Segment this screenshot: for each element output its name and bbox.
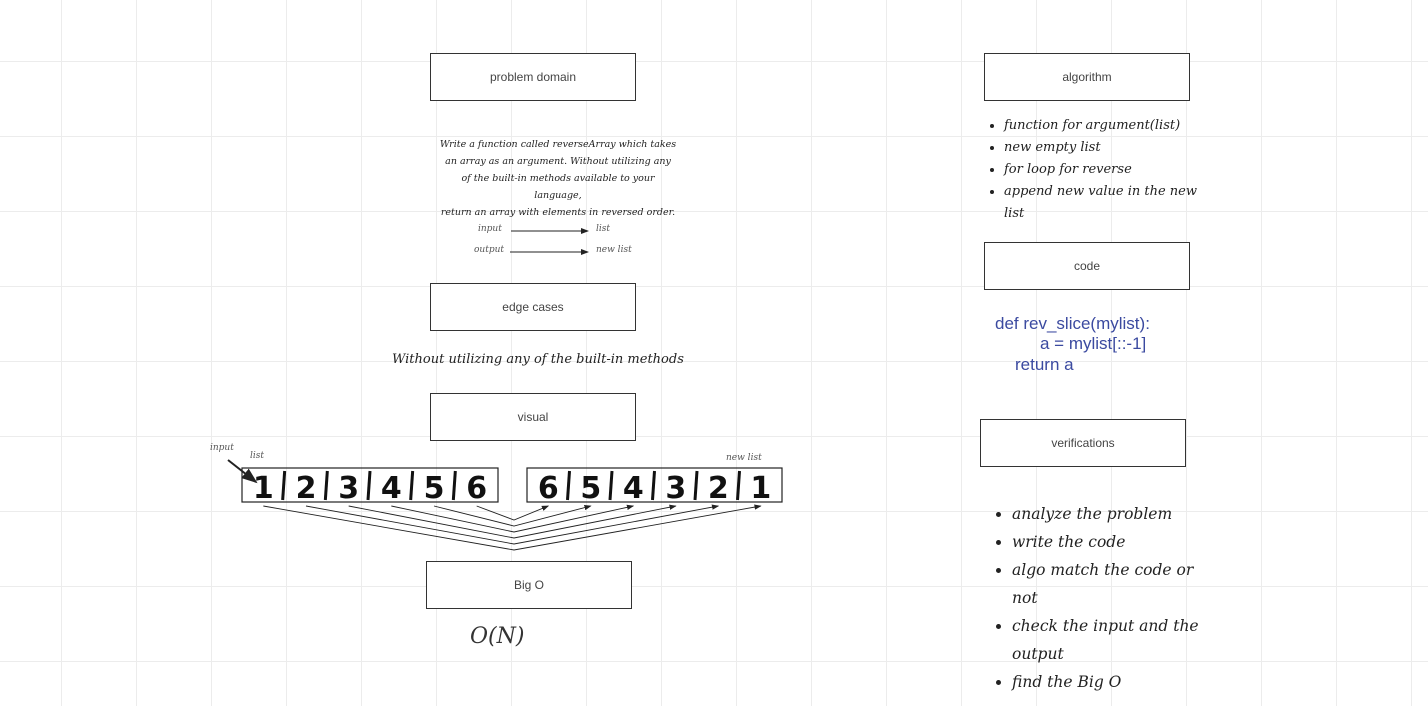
verification-step: algo match the code or not [1012, 556, 1212, 612]
reverse-visual: 123456 654321 [227, 459, 783, 551]
big-o-value: O(N) [470, 624, 525, 649]
output-array-cell: 5 [580, 471, 601, 506]
algorithm-step: append new value in the new list [1004, 181, 1204, 225]
output-array-divider [566, 470, 571, 501]
verification-step: check the input and the output [1012, 612, 1212, 668]
output-array-divider [736, 470, 741, 501]
code-line-1: def rev_slice(mylist): [995, 314, 1150, 333]
output-array-divider [693, 470, 699, 501]
mapping-arrow [348, 504, 677, 539]
output-array-cell: 6 [538, 471, 559, 506]
input-array-divider [409, 470, 415, 501]
code-line-2: a = mylist[::-1] [1040, 334, 1147, 353]
input-array-cell: 3 [338, 471, 359, 506]
verification-step: find the Big O [1012, 668, 1212, 696]
input-array-divider [451, 470, 457, 501]
algorithm-step: function for argument(list) [1004, 115, 1204, 137]
mapping-arrow [476, 505, 550, 521]
verification-step: analyze the problem [1012, 500, 1212, 528]
output-array-divider [608, 470, 614, 501]
input-array-cell: 6 [466, 471, 487, 506]
input-array-divider [366, 470, 372, 501]
algorithm-step: for loop for reverse [1004, 159, 1204, 181]
code-line-3: return a [1015, 355, 1074, 374]
input-array-cell: 1 [253, 471, 274, 506]
output-array-cell: 3 [665, 471, 686, 506]
input-array-cell: 5 [424, 471, 445, 506]
output-array-cell: 4 [623, 471, 644, 506]
output-array-cell: 1 [750, 471, 771, 506]
output-array-cell: 2 [708, 471, 729, 506]
input-array-cell: 2 [296, 471, 317, 506]
mapping-arrow [433, 504, 592, 527]
verification-step: write the code [1012, 528, 1212, 556]
algorithm-list: function for argument(list) new empty li… [984, 115, 1204, 225]
input-array-divider [281, 470, 287, 501]
input-array-divider [323, 470, 329, 501]
output-array-divider [651, 470, 656, 501]
input-array-cell: 4 [381, 471, 402, 506]
verifications-list: analyze the problem write the code algo … [992, 500, 1212, 696]
algorithm-step: new empty list [1004, 137, 1204, 159]
